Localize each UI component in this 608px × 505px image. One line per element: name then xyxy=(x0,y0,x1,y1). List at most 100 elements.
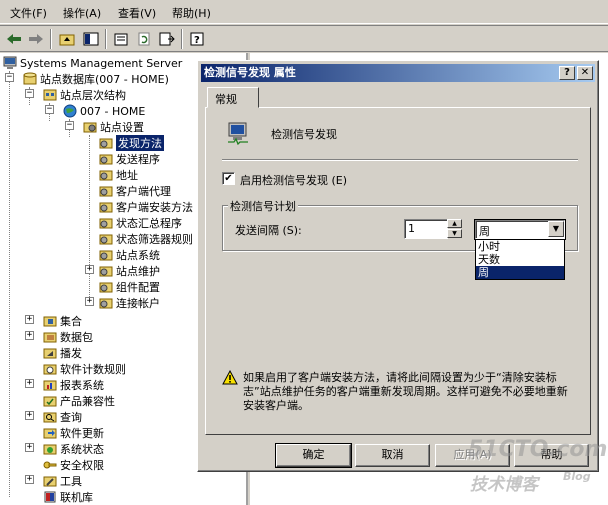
collapse-icon[interactable]: − xyxy=(5,73,14,82)
report-icon xyxy=(43,380,57,391)
tree-item-product-compatibility[interactable]: 产品兼容性 xyxy=(43,393,115,409)
expand-icon[interactable]: + xyxy=(25,379,34,388)
tree-item-label: 集合 xyxy=(60,315,82,328)
expand-icon[interactable]: + xyxy=(25,411,34,420)
tree-site-settings-label: 站点设置 xyxy=(100,121,144,134)
unit-select-value: 周 xyxy=(479,225,490,238)
collections-icon xyxy=(43,316,57,327)
collapse-icon[interactable]: − xyxy=(65,121,74,130)
tab-general[interactable]: 常规 xyxy=(207,87,259,108)
tree-site-hierarchy[interactable]: 站点层次结构 xyxy=(43,87,126,103)
tree-item-client-install-methods[interactable]: 客户端安装方法 xyxy=(99,199,193,215)
context-help-button[interactable]: ? xyxy=(559,66,575,80)
expand-icon[interactable]: + xyxy=(25,443,34,452)
hierarchy-icon xyxy=(43,89,57,101)
expand-icon[interactable]: + xyxy=(85,265,94,274)
tree-item-software-updates[interactable]: 软件更新 xyxy=(43,425,104,441)
tree-item-label: 软件更新 xyxy=(60,427,104,440)
tree-item-connection-accounts[interactable]: 连接帐户 xyxy=(99,295,160,311)
show-tree-icon[interactable] xyxy=(81,29,101,49)
metering-icon xyxy=(43,364,57,375)
tree-item-label: 工具 xyxy=(60,475,82,488)
enable-checkbox[interactable]: ✔ xyxy=(222,172,235,185)
server-icon xyxy=(3,56,17,69)
updates-icon xyxy=(43,428,57,439)
export-list-icon[interactable] xyxy=(157,29,177,49)
folder-gear-icon xyxy=(99,138,113,149)
properties-dialog: 检测信号发现 属性 ? ✕ 常规 检测信号发现 ✔ 启用检测信号发现 (E) 检… xyxy=(197,60,599,472)
back-arrow-icon[interactable] xyxy=(4,29,24,49)
tree-item-online-library[interactable]: 联机库 xyxy=(43,489,93,505)
tree-site-hierarchy-label: 站点层次结构 xyxy=(60,89,126,102)
tree-item-client-agents[interactable]: 客户端代理 xyxy=(99,183,171,199)
tree-item-component-config[interactable]: 组件配置 xyxy=(99,279,160,295)
properties-icon[interactable] xyxy=(111,29,131,49)
tree-item-status-filter-rules[interactable]: 状态筛选器规则 xyxy=(99,231,193,247)
toolbar-separator xyxy=(105,29,107,49)
collapse-icon[interactable]: − xyxy=(45,105,54,114)
tree-site-007-home[interactable]: 007 - HOME xyxy=(63,103,145,119)
spin-down-icon[interactable]: ▼ xyxy=(447,229,462,238)
dialog-titlebar[interactable]: 检测信号发现 属性 ? ✕ xyxy=(201,64,595,82)
folder-gear-icon xyxy=(99,282,113,293)
tree-item-collections[interactable]: 集合 xyxy=(43,313,82,329)
tree-site-label: 007 - HOME xyxy=(80,104,146,118)
expand-icon[interactable]: + xyxy=(85,297,94,306)
interval-input[interactable]: 1 xyxy=(404,219,448,239)
tree-item-site-systems[interactable]: 站点系统 xyxy=(99,247,160,263)
unit-option-hours[interactable]: 小时 xyxy=(476,240,564,253)
tree-item-addresses[interactable]: 地址 xyxy=(99,167,138,183)
tree-item-label: 地址 xyxy=(116,169,138,182)
enable-checkbox-label[interactable]: 启用检测信号发现 (E) xyxy=(240,172,347,188)
tree-item-status-summarizers[interactable]: 状态汇总程序 xyxy=(99,215,182,231)
menu-bar: 文件(F) 操作(A) 查看(V) 帮助(H) xyxy=(0,0,608,24)
folder-gear-icon xyxy=(99,266,113,277)
schedule-group-label: 检测信号计划 xyxy=(228,198,298,214)
expand-icon[interactable]: + xyxy=(25,475,34,484)
tree-item-tools[interactable]: 工具 xyxy=(43,473,82,489)
folder-gear-icon xyxy=(99,186,113,197)
tree-item-advertisements[interactable]: 播发 xyxy=(43,345,82,361)
close-button[interactable]: ✕ xyxy=(577,66,593,80)
menu-view[interactable]: 查看(V) xyxy=(118,5,156,21)
tree-item-site-maintenance[interactable]: 站点维护 xyxy=(99,263,160,279)
tree-site-database[interactable]: 站点数据库(007 - HOME) xyxy=(23,71,169,87)
up-folder-icon[interactable] xyxy=(57,29,77,49)
tree-item-discovery-methods[interactable]: 发现方法 xyxy=(99,135,164,151)
forward-arrow-icon[interactable] xyxy=(26,29,46,49)
tree-item-senders[interactable]: 发送程序 xyxy=(99,151,160,167)
refresh-icon[interactable] xyxy=(134,29,154,49)
folder-gear-icon xyxy=(99,170,113,181)
tree-item-label: 数据包 xyxy=(60,331,93,344)
tree-item-system-status[interactable]: 系统状态 xyxy=(43,441,104,457)
watermark-site: 51CTO.com xyxy=(468,437,608,462)
ok-button[interactable]: 确定 xyxy=(275,443,352,468)
menu-file[interactable]: 文件(F) xyxy=(10,5,47,21)
tree-item-queries[interactable]: 查询 xyxy=(43,409,82,425)
tree-item-label: 发现方法 xyxy=(116,135,164,151)
divider xyxy=(222,159,578,161)
tree-item-security-rights[interactable]: 安全权限 xyxy=(43,457,104,473)
tree-root[interactable]: Systems Management Server xyxy=(3,55,182,71)
cancel-button[interactable]: 取消 xyxy=(355,444,430,467)
expand-icon[interactable]: + xyxy=(25,331,34,340)
help-icon[interactable]: ? xyxy=(187,29,207,49)
tree-item-reporting[interactable]: 报表系统 xyxy=(43,377,104,393)
unit-option-days[interactable]: 天数 xyxy=(476,253,564,266)
unit-option-weeks[interactable]: 周 xyxy=(476,266,564,279)
spin-up-icon[interactable]: ▲ xyxy=(447,219,462,228)
menu-action[interactable]: 操作(A) xyxy=(63,5,101,21)
tree-site-settings[interactable]: 站点设置 xyxy=(83,119,144,135)
tree-item-software-metering[interactable]: 软件计数规则 xyxy=(43,361,126,377)
collapse-icon[interactable]: − xyxy=(25,89,34,98)
unit-dropdown-list[interactable]: 小时 天数 周 xyxy=(475,239,565,280)
menu-help[interactable]: 帮助(H) xyxy=(172,5,211,21)
key-icon xyxy=(43,461,57,469)
tree-item-label: 安全权限 xyxy=(60,459,104,472)
tree-item-packages[interactable]: 数据包 xyxy=(43,329,93,345)
dialog-title: 检测信号发现 属性 xyxy=(204,66,296,79)
chevron-down-icon[interactable]: ▼ xyxy=(548,221,564,237)
expand-icon[interactable]: + xyxy=(25,315,34,324)
folder-gear-icon xyxy=(99,234,113,245)
settings-folder-icon xyxy=(83,122,97,133)
